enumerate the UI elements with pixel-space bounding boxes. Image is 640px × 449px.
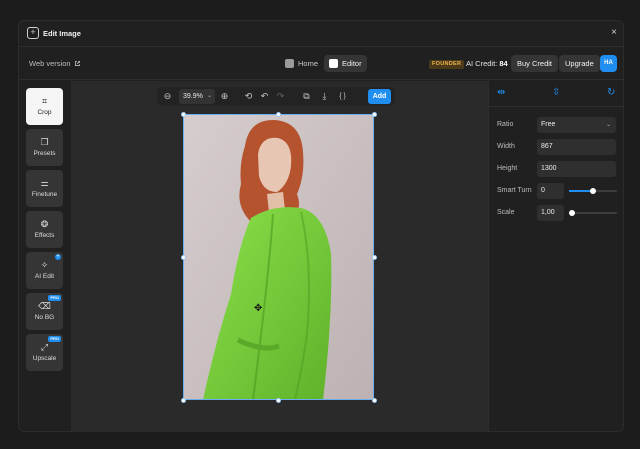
tool-effects[interactable]: ❂ Effects [26, 211, 63, 248]
chevron-down-icon: ⌄ [206, 93, 212, 99]
ratio-label: Ratio [497, 121, 514, 128]
tool-crop[interactable]: ⌗ Crop [26, 88, 63, 125]
window-title: Edit Image [43, 29, 81, 38]
tool-finetune[interactable]: ⚌ Finetune [26, 170, 63, 207]
external-link-icon [74, 60, 80, 67]
flip-vertical-icon[interactable]: ⇳ [552, 87, 560, 98]
nav-editor[interactable]: Editor [324, 55, 367, 72]
width-row: Width 867 [497, 139, 619, 155]
crop-handle-bottom-left[interactable] [181, 398, 186, 403]
edit-image-window: + Edit Image × Web version Home Editor F… [18, 20, 624, 432]
tool-label: Finetune [31, 191, 58, 198]
tool-label: AI Edit [34, 273, 55, 280]
redo-icon[interactable]: ↷ [274, 90, 287, 103]
ai-credit-value: 84 [499, 59, 508, 68]
tool-presets[interactable]: ❐ Presets [26, 129, 63, 166]
tool-label: Crop [37, 109, 52, 116]
editor-icon [329, 59, 338, 68]
rotate-icon[interactable]: ↻ [607, 87, 615, 98]
download-icon[interactable]: ⤓ [318, 90, 331, 103]
pro-badge: PRO [48, 336, 61, 342]
undo-icon[interactable]: ↶ [258, 90, 271, 103]
title-bar: + Edit Image × [19, 21, 623, 47]
copy-icon[interactable]: ⧉ [300, 90, 313, 103]
zoom-value: 39.9% [183, 93, 203, 100]
flip-horizontal-icon[interactable]: ⇹ [497, 87, 505, 98]
tool-no-bg[interactable]: PRO ⌫ No BG [26, 293, 63, 330]
crop-icon: ⌗ [41, 96, 48, 106]
upscale-icon: ⤢ [40, 342, 49, 352]
upgrade-button[interactable]: Upgrade [559, 55, 600, 72]
scale-slider[interactable] [569, 210, 617, 216]
app-logo-icon: + [27, 27, 39, 39]
eraser-icon: ⌫ [38, 301, 51, 311]
tool-ai-edit[interactable]: + ✧ AI Edit [26, 252, 63, 289]
effects-icon: ❂ [40, 219, 49, 229]
slider-knob[interactable] [590, 188, 596, 194]
crop-handle-left[interactable] [181, 255, 186, 260]
history-icon[interactable]: ⟲ [242, 90, 255, 103]
ai-credit: AI Credit: 84 [466, 59, 508, 68]
ratio-select[interactable]: Free ⌄ [537, 117, 616, 133]
tool-sidebar: ⌗ Crop ❐ Presets ⚌ Finetune ❂ Effects + … [19, 81, 71, 431]
close-icon[interactable]: × [611, 27, 617, 38]
tool-label: Effects [34, 232, 55, 239]
pro-badge: PRO [48, 295, 61, 301]
web-version-label: Web version [29, 59, 71, 68]
crop-handle-top-right[interactable] [372, 112, 377, 117]
web-version-link[interactable]: Web version [29, 59, 81, 68]
scale-row: Scale 1,00 [497, 205, 619, 221]
ai-credit-label: AI Credit: [466, 59, 498, 68]
crop-handle-top[interactable] [276, 112, 281, 117]
crop-handle-bottom-right[interactable] [372, 398, 377, 403]
zoom-out-icon[interactable]: ⊖ [161, 90, 174, 103]
code-icon[interactable]: { } [336, 90, 349, 103]
avatar[interactable]: HA [600, 55, 617, 72]
crop-handle-top-left[interactable] [181, 112, 186, 117]
transform-tabs: ⇹ ⇳ ↻ [489, 81, 623, 107]
crop-settings-panel: ⇹ ⇳ ↻ Ratio Free ⌄ Width 867 Height 1300… [488, 81, 623, 431]
ratio-row: Ratio Free ⌄ [497, 117, 619, 133]
tool-label: No BG [34, 314, 55, 321]
chevron-down-icon: ⌄ [605, 122, 611, 128]
ratio-value: Free [541, 121, 556, 128]
move-icon[interactable]: ✥ [254, 303, 262, 314]
crop-frame[interactable] [183, 114, 374, 400]
smart-turn-row: Smart Turn 0 [497, 183, 619, 199]
width-label: Width [497, 143, 515, 150]
nav-home-label: Home [298, 59, 319, 68]
height-label: Height [497, 165, 518, 172]
crop-handle-right[interactable] [372, 255, 377, 260]
founder-badge: FOUNDER [429, 60, 465, 69]
canvas-area: ⊖ 39.9% ⌄ ⊕ ⟲ ↶ ↷ ⧉ ⤓ { } Add ✥ [71, 81, 488, 431]
buy-credit-button[interactable]: Buy Credit [511, 55, 559, 72]
slider-knob[interactable] [569, 210, 575, 216]
crop-handle-bottom[interactable] [276, 398, 281, 403]
smart-turn-label: Smart Turn [497, 187, 532, 194]
tool-label: Presets [33, 150, 56, 157]
canvas-toolbar: ⊖ 39.9% ⌄ ⊕ ⟲ ↶ ↷ ⧉ ⤓ { } Add [157, 87, 395, 106]
home-icon [285, 59, 294, 68]
nav-editor-label: Editor [342, 59, 362, 68]
scale-input[interactable]: 1,00 [537, 205, 564, 221]
height-input[interactable]: 1300 [537, 161, 616, 177]
zoom-in-icon[interactable]: ⊕ [218, 90, 231, 103]
height-row: Height 1300 [497, 161, 619, 177]
ai-edit-icon: ✧ [40, 260, 49, 270]
tool-upscale[interactable]: PRO ⤢ Upscale [26, 334, 63, 371]
zoom-select[interactable]: 39.9% ⌄ [179, 89, 215, 104]
presets-icon: ❐ [40, 137, 49, 147]
top-bar: Web version Home Editor FOUNDER AI Credi… [19, 48, 623, 80]
tool-label: Upscale [32, 355, 57, 362]
finetune-icon: ⚌ [40, 178, 49, 188]
new-dot: + [55, 254, 61, 260]
smart-turn-slider[interactable] [569, 188, 617, 194]
nav-home[interactable]: Home [280, 55, 323, 72]
width-input[interactable]: 867 [537, 139, 616, 155]
scale-label: Scale [497, 209, 515, 216]
smart-turn-input[interactable]: 0 [537, 183, 564, 199]
add-button[interactable]: Add [368, 89, 391, 104]
